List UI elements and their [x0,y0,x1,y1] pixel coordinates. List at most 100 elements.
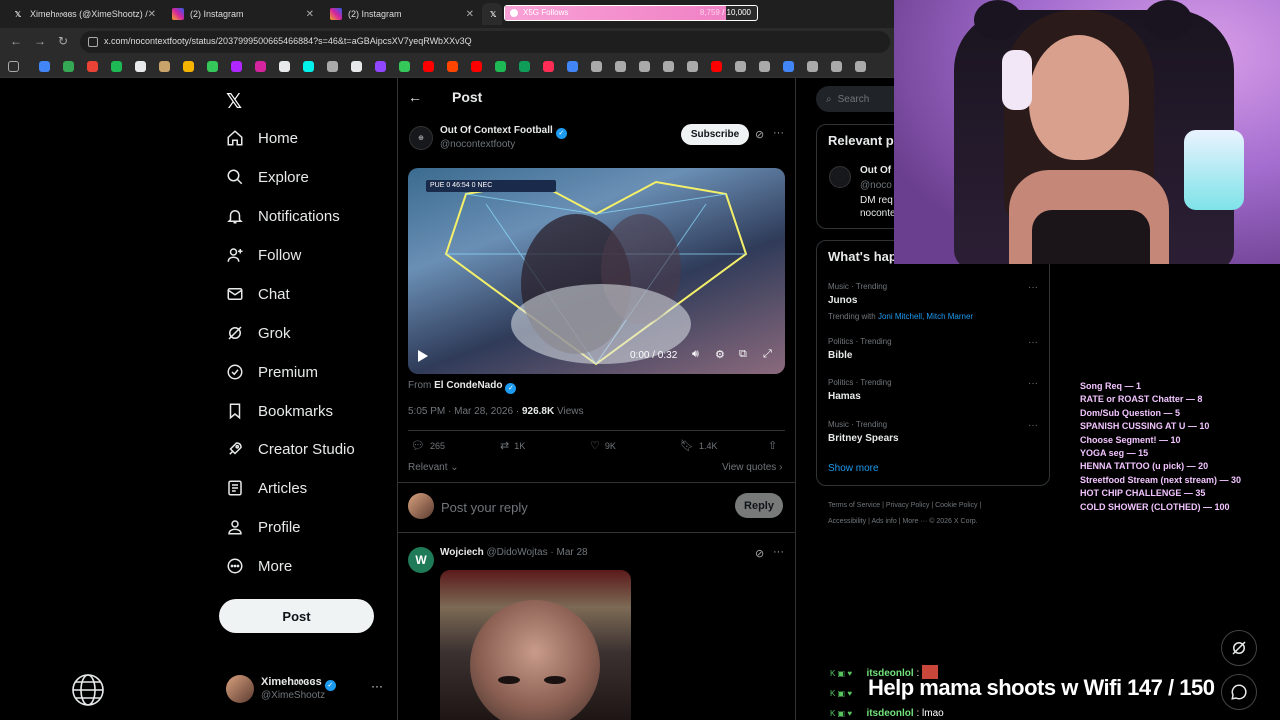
tab-instagram-2[interactable]: (2) Instagram ✕ [322,3,482,25]
sidebar-item-explore[interactable]: Explore [226,164,309,190]
volume-icon[interactable]: 🔊︎ [692,348,699,361]
video-player[interactable]: PUE 0 46:54 0 NEC 0:00 / 0:32 🔊︎ ⚙ ⧉ ⤢ [408,168,785,374]
author-name[interactable]: Out Of Context Football ✓ [440,125,567,139]
bookmark-favicon-icon[interactable] [327,61,338,72]
trend-item[interactable]: Politics · Trending Hamas ··· [828,378,1038,402]
view-quotes-link[interactable]: View quotes › [722,462,782,473]
search-input[interactable]: ⌕ Search [816,86,906,112]
trend-item[interactable]: Music · Trending Junos Trending with Jon… [828,282,1038,321]
sidebar-item-more[interactable]: More [226,553,292,579]
trend-item[interactable]: Politics · Trending Bible ··· [828,337,1038,361]
settings-gear-icon[interactable]: ⚙ [715,348,725,361]
sidebar-item-grok[interactable]: Grok [226,320,291,346]
more-dots-icon[interactable]: ··· [1028,337,1038,348]
close-icon[interactable]: ✕ [306,9,314,20]
more-dots-icon[interactable]: ··· [1028,420,1038,431]
sidebar-item-articles[interactable]: Articles [226,475,307,501]
reply-action[interactable]: 💬︎ 265 [411,439,445,452]
bookmark-favicon-icon[interactable] [735,61,746,72]
avatar[interactable] [829,166,851,188]
bookmark-favicon-icon[interactable] [663,61,674,72]
bookmark-favicon-icon[interactable] [519,61,530,72]
post-button[interactable]: Post [219,599,374,633]
bookmark-favicon-icon[interactable] [807,61,818,72]
bookmark-favicon-icon[interactable] [495,61,506,72]
address-bar[interactable]: x.com/nocontextfooty/status/203799950066… [80,31,890,53]
sidebar-item-premium[interactable]: Premium [226,359,318,385]
comment-author-name[interactable]: Wojciech [440,547,484,558]
account-switcher[interactable]: Ximeh𝔬𝔬ɞɞs ✓ @XimeShootz ··· [226,673,386,705]
tab-x-post[interactable]: 𝕏 [482,3,502,25]
reply-sort-dropdown[interactable]: Relevant ⌄ [408,462,459,473]
like-action[interactable]: ♡ 9K [590,439,616,452]
bookmark-favicon-icon[interactable] [159,61,170,72]
sidebar-item-notifications[interactable]: Notifications [226,203,340,229]
grok-fab-button[interactable] [1221,630,1257,666]
site-info-icon[interactable] [88,37,98,47]
bookmark-favicon-icon[interactable] [615,61,626,72]
bookmark-favicon-icon[interactable] [399,61,410,72]
repost-action[interactable]: ⇄ 1K [500,439,525,452]
forward-icon[interactable]: → [34,34,46,48]
messages-fab-button[interactable] [1221,674,1257,710]
sidebar-item-home[interactable]: Home [226,125,298,151]
sidebar-item-creator-studio[interactable]: Creator Studio [226,436,355,462]
trend-item[interactable]: Music · Trending Britney Spears ··· [828,420,1038,444]
close-icon[interactable]: ✕ [466,9,474,20]
bookmark-favicon-icon[interactable] [855,61,866,72]
show-more-link[interactable]: Show more [828,463,879,474]
apps-grid-icon[interactable] [8,61,19,72]
bookmark-favicon-icon[interactable] [303,61,314,72]
bookmark-favicon-icon[interactable] [543,61,554,72]
bookmark-favicon-icon[interactable] [39,61,50,72]
bookmark-favicon-icon[interactable] [591,61,602,72]
pip-icon[interactable]: ⧉ [739,348,747,361]
bookmark-favicon-icon[interactable] [711,61,722,72]
bookmark-favicon-icon[interactable] [231,61,242,72]
sidebar-item-bookmarks[interactable]: Bookmarks [226,398,333,424]
bookmark-favicon-icon[interactable] [759,61,770,72]
relevant-person-name[interactable]: Out Of [860,165,891,176]
fullscreen-icon[interactable]: ⤢ [763,348,772,361]
reply-input[interactable] [441,497,711,517]
sidebar-item-profile[interactable]: Profile [226,514,301,540]
bookmark-favicon-icon[interactable] [447,61,458,72]
subscribe-button[interactable]: Subscribe [681,124,749,145]
bookmark-favicon-icon[interactable] [63,61,74,72]
bookmark-favicon-icon[interactable] [207,61,218,72]
bookmark-favicon-icon[interactable] [423,61,434,72]
more-dots-icon[interactable]: ··· [1028,282,1038,293]
bookmark-favicon-icon[interactable] [135,61,146,72]
footer-links[interactable]: Accessibility | Ads info | More ··· © 20… [828,518,978,525]
share-action[interactable]: ⇧ [768,439,777,452]
grok-icon[interactable]: ⊘ [755,547,764,560]
bookmark-favicon-icon[interactable] [351,61,362,72]
source-account-link[interactable]: El CondeNado [434,380,502,391]
comment-avatar[interactable]: W [408,547,434,573]
grok-icon[interactable]: ⊘ [755,128,764,141]
sidebar-item-chat[interactable]: Chat [226,281,290,307]
bookmark-action[interactable]: 🔖︎ 1.4K [680,439,717,452]
sidebar-item-follow[interactable]: Follow [226,242,301,268]
more-dots-icon[interactable]: ··· [371,679,383,693]
more-dots-icon[interactable]: ··· [773,546,784,558]
bookmark-favicon-icon[interactable] [783,61,794,72]
reload-icon[interactable]: ↻ [58,34,68,48]
bookmark-favicon-icon[interactable] [687,61,698,72]
bookmark-favicon-icon[interactable] [375,61,386,72]
footer-links[interactable]: Terms of Service | Privacy Policy | Cook… [828,502,981,509]
bookmark-favicon-icon[interactable] [279,61,290,72]
bookmark-favicon-icon[interactable] [111,61,122,72]
bookmark-favicon-icon[interactable] [471,61,482,72]
bookmark-favicon-icon[interactable] [255,61,266,72]
tab-instagram-1[interactable]: (2) Instagram ✕ [164,3,322,25]
more-dots-icon[interactable]: ··· [773,127,784,139]
author-handle[interactable]: @nocontextfooty [440,139,515,150]
reply-button[interactable]: Reply [735,493,783,518]
back-icon[interactable]: ← [10,34,22,48]
bookmark-favicon-icon[interactable] [831,61,842,72]
more-dots-icon[interactable]: ··· [1028,378,1038,389]
bookmark-favicon-icon[interactable] [567,61,578,72]
author-avatar[interactable]: ⊕ [409,126,433,150]
back-arrow-icon[interactable]: ← [408,89,422,105]
